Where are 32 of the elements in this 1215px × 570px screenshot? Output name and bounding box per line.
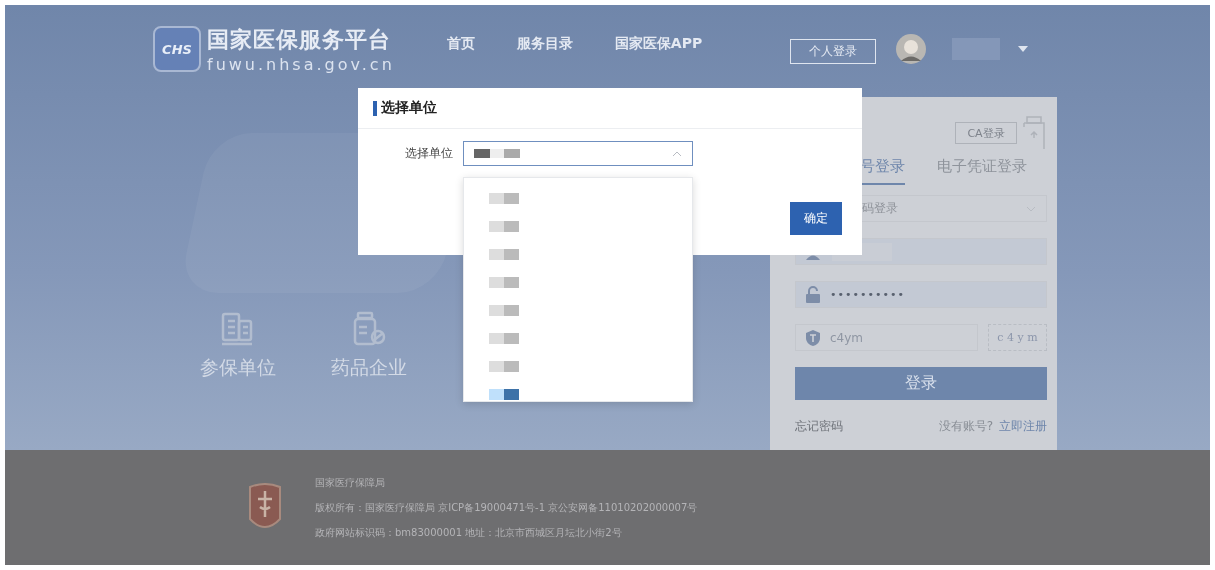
footer-text: 国家医疗保障局 <box>315 475 386 490</box>
password-field[interactable]: •••••••••• <box>795 281 1047 308</box>
entry-label[interactable]: 参保单位 <box>200 355 276 381</box>
captcha-image[interactable]: c 4 y m <box>988 324 1047 351</box>
login-button[interactable]: 登录 <box>795 367 1047 400</box>
avatar-icon[interactable] <box>896 34 927 64</box>
site-domain: fuwu.nhsa.gov.cn <box>207 54 395 74</box>
nav-link[interactable]: 首页 <box>446 35 475 53</box>
redacted-unit <box>474 149 520 158</box>
usb-key-icon[interactable] <box>1021 116 1047 150</box>
forgot-password-link[interactable]: 忘记密码 <box>795 418 843 435</box>
confirm-button[interactable]: 确定 <box>790 202 842 235</box>
captcha-field[interactable]: c4ym <box>795 324 978 351</box>
nav-link[interactable]: 服务目录 <box>516 35 573 53</box>
shield-icon <box>806 329 820 346</box>
site-title: 国家医保服务平台 <box>207 25 392 54</box>
login-tab[interactable]: 电子凭证登录 <box>937 157 1027 185</box>
personal-login-button[interactable]: 个人登录 <box>790 38 877 64</box>
title-bar-icon <box>373 100 377 116</box>
no-account-text: 没有账号? <box>938 418 993 435</box>
unit-select[interactable] <box>463 141 693 166</box>
field-label: 选择单位 <box>404 145 453 162</box>
medicine-bottle-icon[interactable] <box>351 311 387 347</box>
chevron-up-icon <box>672 150 682 157</box>
nav-link[interactable]: 国家医保APP <box>614 35 703 53</box>
lock-icon <box>806 286 820 303</box>
ca-login-button[interactable]: CA登录 <box>955 122 1017 144</box>
caret-icon[interactable] <box>1018 46 1029 52</box>
dialog-title: 选择单位 <box>381 99 437 117</box>
register-link[interactable]: 立即注册 <box>999 418 1047 435</box>
entry-label[interactable]: 药品企业 <box>331 355 407 381</box>
logo-badge: CHS <box>153 26 201 72</box>
